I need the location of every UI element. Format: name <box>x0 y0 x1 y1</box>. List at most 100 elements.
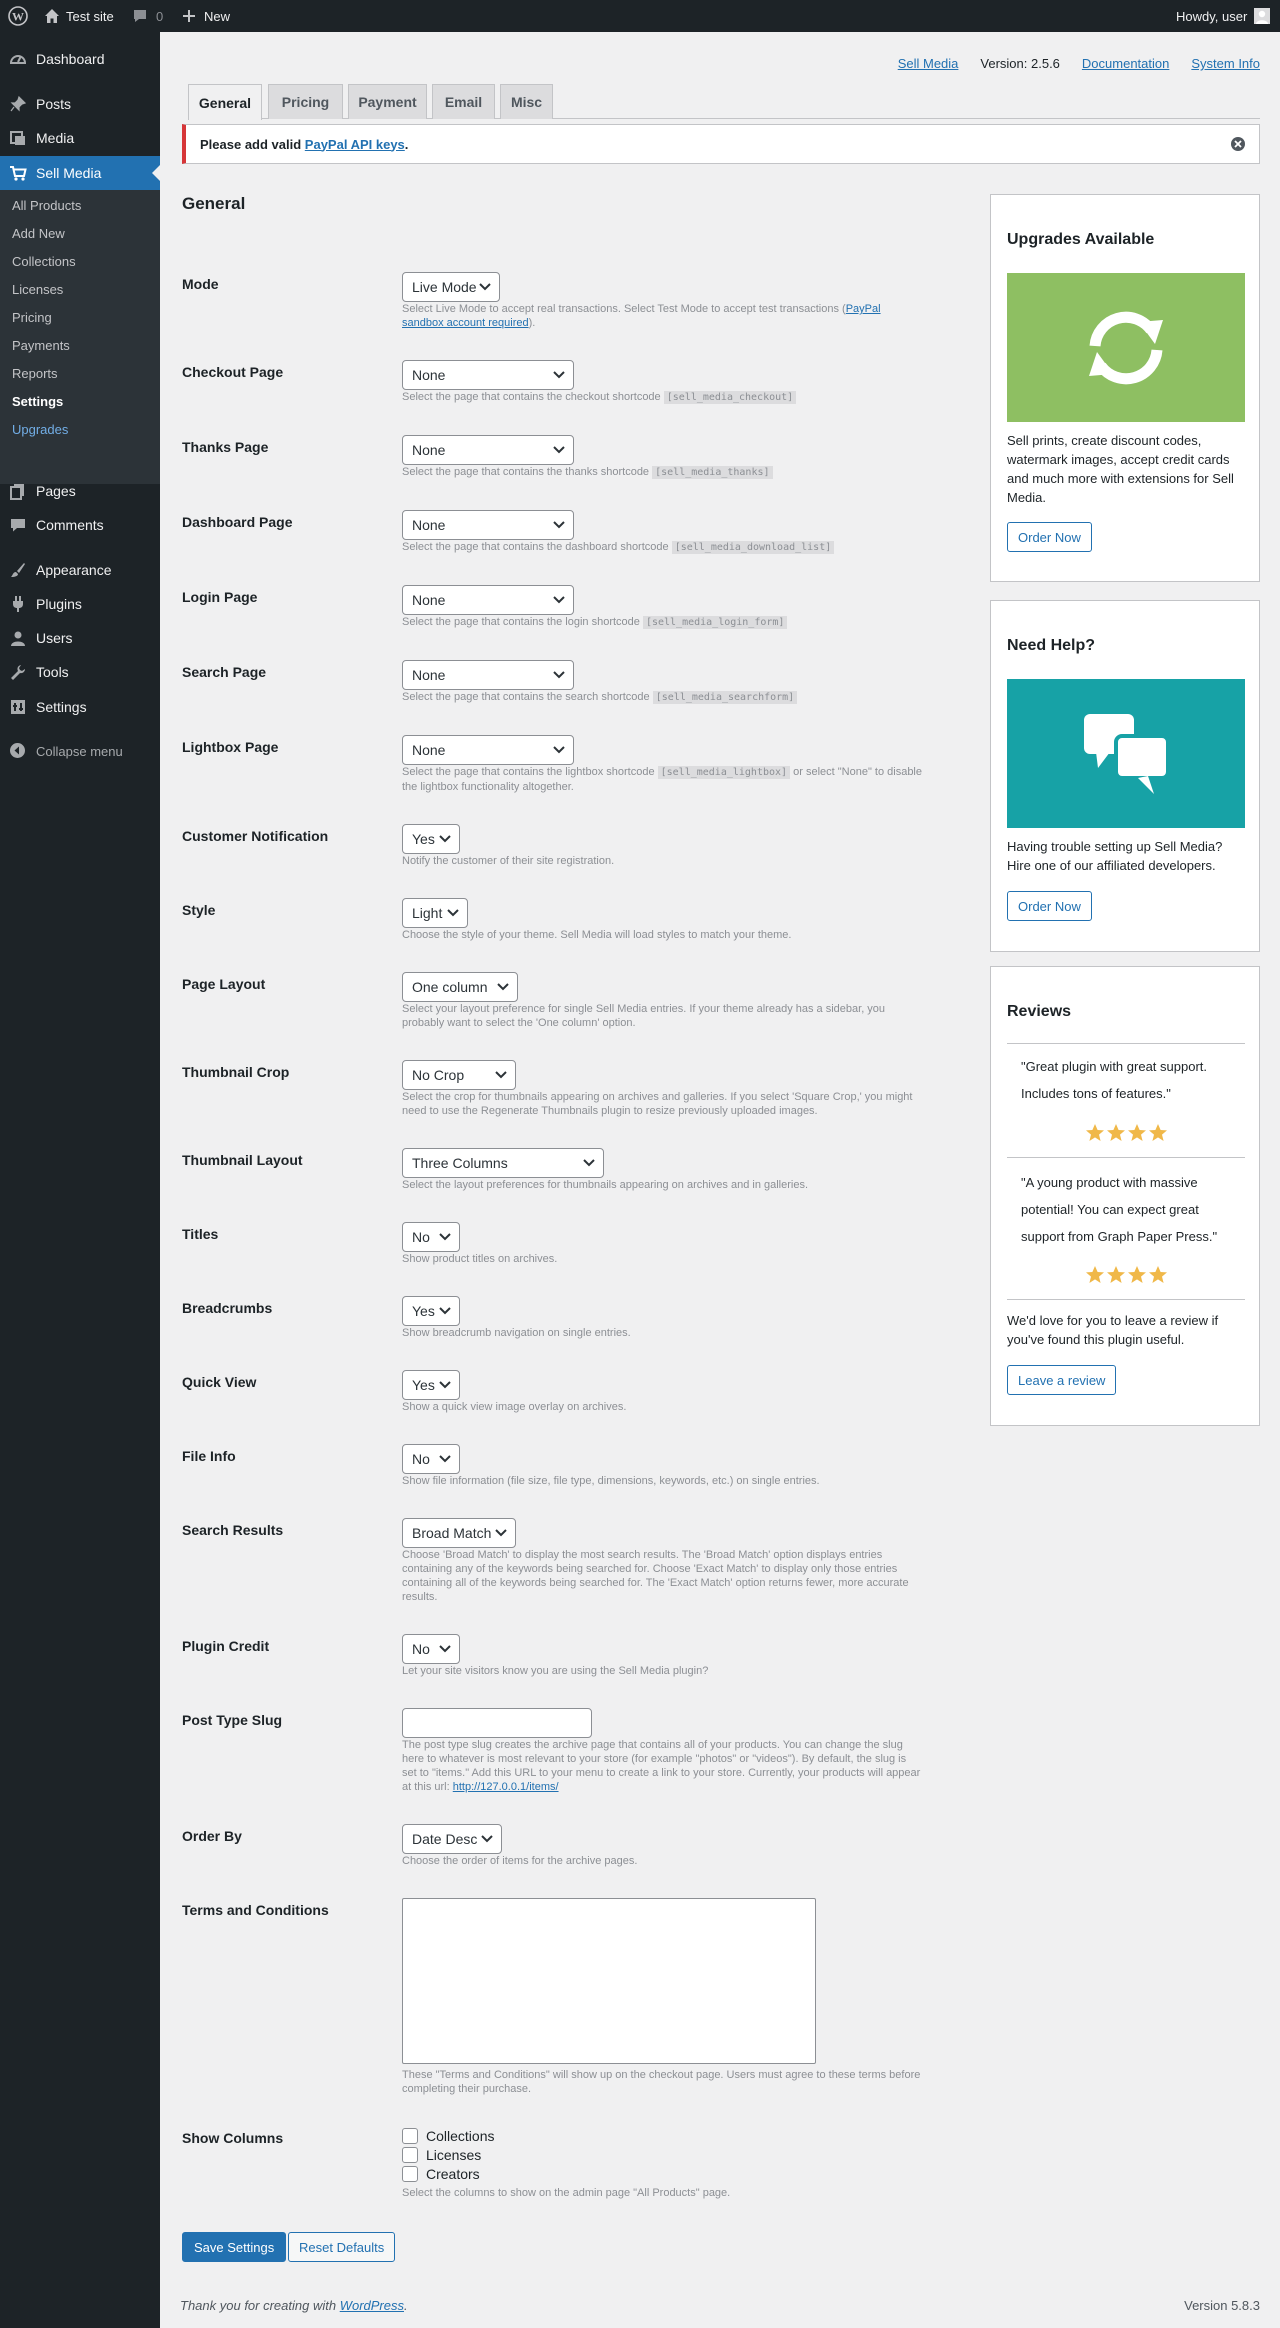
upgrades-order-now-button[interactable]: Order Now <box>1007 522 1092 552</box>
dashboard-page-select[interactable]: None <box>402 510 574 540</box>
plus-icon[interactable] <box>182 0 196 32</box>
wordpress-link[interactable]: WordPress <box>340 2298 404 2313</box>
tab-misc[interactable]: Misc <box>500 84 553 119</box>
thanks-page-label: Thanks Page <box>182 439 269 455</box>
submenu-add-new[interactable]: Add New <box>12 226 65 241</box>
chevron-down-icon <box>439 1645 451 1653</box>
lightbox-page-description: Select the page that contains the lightb… <box>402 766 922 793</box>
submenu-settings[interactable]: Settings <box>12 394 63 409</box>
menu-media[interactable]: Media <box>0 121 160 155</box>
collapse-menu-button[interactable]: Collapse menu <box>0 734 160 768</box>
submenu-upgrades[interactable]: Upgrades <box>12 422 68 437</box>
menu-settings[interactable]: Settings <box>0 690 160 724</box>
chevron-down-icon <box>553 671 565 679</box>
sell-media-link[interactable]: Sell Media <box>898 56 959 71</box>
login-page-label: Login Page <box>182 589 258 605</box>
search-page-select[interactable]: None <box>402 660 574 690</box>
review-rating-2 <box>991 1265 1261 1285</box>
submenu-pricing[interactable]: Pricing <box>12 310 52 325</box>
breadcrumbs-description: Show breadcrumb navigation on single ent… <box>402 1327 631 1339</box>
site-name-link[interactable]: Test site <box>66 0 114 32</box>
howdy-user-link[interactable]: Howdy, user <box>1176 0 1247 32</box>
help-order-now-button[interactable]: Order Now <box>1007 891 1092 921</box>
page-layout-select[interactable]: One column <box>402 972 518 1002</box>
comments-count[interactable]: 0 <box>156 0 163 32</box>
tab-email[interactable]: Email <box>432 84 495 119</box>
column-creators-checkbox[interactable]: Creators <box>402 2166 480 2182</box>
column-licenses-checkbox[interactable]: Licenses <box>402 2147 481 2163</box>
checkout-page-select[interactable]: None <box>402 360 574 390</box>
menu-plugins[interactable]: Plugins <box>0 587 160 621</box>
file-info-select[interactable]: No <box>402 1444 460 1474</box>
tab-pricing[interactable]: Pricing <box>268 84 343 119</box>
reset-defaults-button[interactable]: Reset Defaults <box>288 2232 396 2262</box>
chevron-down-icon <box>439 1381 451 1389</box>
thumbnail-crop-select[interactable]: No Crop <box>402 1060 516 1090</box>
comments-bubble-icon[interactable] <box>132 0 148 32</box>
chevron-down-icon <box>495 1529 507 1537</box>
menu-comments[interactable]: Comments <box>0 508 160 542</box>
titles-select[interactable]: No <box>402 1222 460 1252</box>
dashboard-icon <box>8 49 28 69</box>
error-notice: Please add valid PayPal API keys. <box>182 124 1260 164</box>
dismiss-notice-icon[interactable] <box>1229 135 1247 153</box>
thanks-page-select[interactable]: None <box>402 435 574 465</box>
breadcrumbs-select[interactable]: Yes <box>402 1296 460 1326</box>
submenu-reports[interactable]: Reports <box>12 366 58 381</box>
style-label: Style <box>182 902 216 918</box>
avatar[interactable] <box>1254 0 1270 32</box>
thumbnail-layout-select[interactable]: Three Columns <box>402 1148 604 1178</box>
new-content-link[interactable]: New <box>204 0 230 32</box>
system-info-link[interactable]: System Info <box>1191 56 1260 71</box>
search-page-label: Search Page <box>182 664 267 680</box>
thumbnail-layout-description: Select the layout preferences for thumbn… <box>402 1179 809 1191</box>
wordpress-logo-icon[interactable]: W <box>8 0 28 32</box>
customer-notification-select[interactable]: Yes <box>402 824 460 854</box>
submenu-payments[interactable]: Payments <box>12 338 70 353</box>
login-page-select[interactable]: None <box>402 585 574 615</box>
order-by-select[interactable]: Date Desc <box>402 1824 502 1854</box>
reviews-widget: Reviews "Great plugin with great support… <box>990 966 1260 1426</box>
menu-dashboard[interactable]: Dashboard <box>0 42 160 76</box>
plugin-credit-select[interactable]: No <box>402 1634 460 1664</box>
mode-select[interactable]: Live Mode <box>402 272 500 302</box>
chevron-down-icon <box>553 596 565 604</box>
terms-textarea[interactable] <box>402 1898 816 2064</box>
menu-appearance[interactable]: Appearance <box>0 553 160 587</box>
menu-posts[interactable]: Posts <box>0 87 160 121</box>
cart-icon <box>8 163 28 183</box>
menu-pages[interactable]: Pages <box>0 474 160 508</box>
submenu-licenses[interactable]: Licenses <box>12 282 63 297</box>
menu-tools[interactable]: Tools <box>0 655 160 689</box>
post-type-slug-input[interactable] <box>402 1708 592 1738</box>
paypal-api-keys-link[interactable]: PayPal API keys <box>305 137 405 152</box>
leave-review-button[interactable]: Leave a review <box>1007 1365 1117 1395</box>
search-results-label: Search Results <box>182 1522 284 1538</box>
user-icon <box>8 628 28 648</box>
search-results-description: Choose 'Broad Match' to display the most… <box>402 1549 909 1603</box>
save-settings-button[interactable]: Save Settings <box>182 2232 287 2262</box>
menu-users[interactable]: Users <box>0 621 160 655</box>
admin-bar: W Test site 0 New Howdy, user <box>0 0 1280 32</box>
reviews-title: Reviews <box>1007 1003 1072 1020</box>
search-results-select[interactable]: Broad Match <box>402 1518 516 1548</box>
style-description: Choose the style of your theme. Sell Med… <box>402 929 792 941</box>
tab-general[interactable]: General <box>188 84 262 120</box>
column-collections-checkbox[interactable]: Collections <box>402 2128 494 2144</box>
titles-description: Show product titles on archives. <box>402 1253 558 1265</box>
submenu-collections[interactable]: Collections <box>12 254 76 269</box>
style-select[interactable]: Light <box>402 898 468 928</box>
chevron-down-icon <box>553 371 565 379</box>
show-columns-label: Show Columns <box>182 2130 284 2146</box>
items-url-link[interactable]: http://127.0.0.1/items/ <box>453 1781 559 1793</box>
order-by-description: Choose the order of items for the archiv… <box>402 1855 638 1867</box>
quick-view-select[interactable]: Yes <box>402 1370 460 1400</box>
lightbox-page-select[interactable]: None <box>402 735 574 765</box>
home-icon[interactable] <box>44 0 60 32</box>
documentation-link[interactable]: Documentation <box>1082 56 1169 71</box>
menu-sell-media[interactable]: Sell Media <box>0 156 160 190</box>
tab-payment[interactable]: Payment <box>348 84 427 119</box>
wrench-icon <box>8 662 28 682</box>
divider <box>1007 1299 1245 1300</box>
submenu-all-products[interactable]: All Products <box>12 198 81 213</box>
